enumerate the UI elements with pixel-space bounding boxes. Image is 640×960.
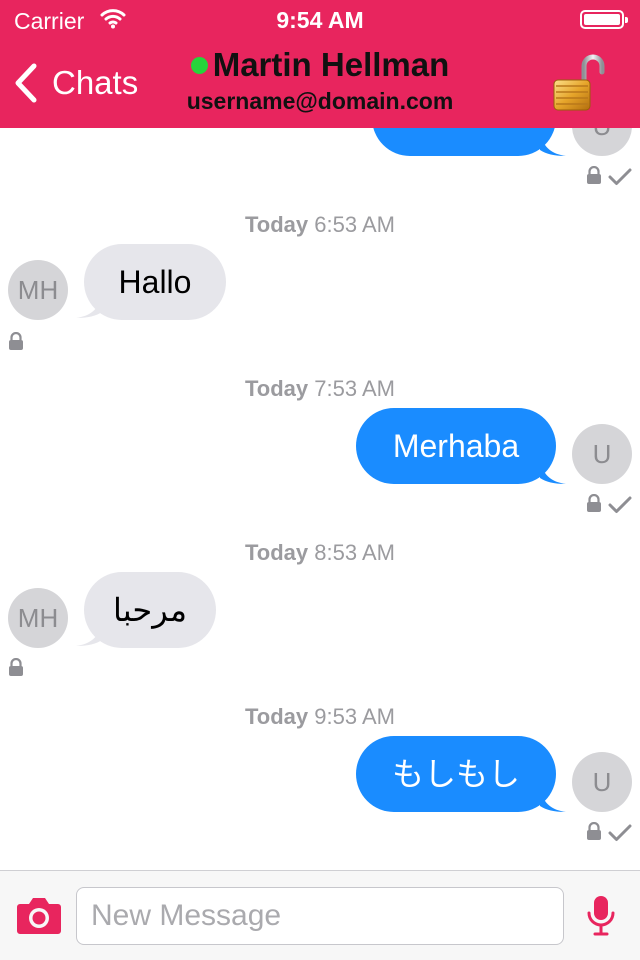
contact-name: Martin Hellman xyxy=(212,46,450,83)
message-list[interactable]: U Today 6:53 AM MH Hallo Today 7:53 AM M… xyxy=(0,128,640,870)
unlocked-padlock-icon[interactable] xyxy=(550,52,606,114)
checkmark-icon xyxy=(608,824,632,841)
navigation-bar: Carrier 9:54 AM Chats Martin Hellman use… xyxy=(0,0,640,128)
checkmark-icon xyxy=(608,496,632,513)
status-bar: Carrier 9:54 AM xyxy=(0,0,640,40)
message-timestamp: Today 9:53 AM xyxy=(245,704,395,729)
bubble-tail xyxy=(540,790,566,812)
camera-icon[interactable] xyxy=(16,895,62,935)
message-timestamp: Today 6:53 AM xyxy=(245,212,395,237)
avatar: U xyxy=(572,424,632,484)
message-bubble-incoming[interactable]: Hallo xyxy=(84,244,226,320)
conversation-title[interactable]: Martin Hellman username@domain.com xyxy=(0,46,640,115)
avatar: MH xyxy=(8,260,68,320)
avatar: U xyxy=(572,128,632,156)
online-status-icon xyxy=(190,56,208,74)
bubble-tail xyxy=(540,462,566,484)
message-bubble-incoming[interactable]: مرحبا xyxy=(84,572,216,648)
message-input[interactable] xyxy=(76,887,564,945)
message-bubble-outgoing[interactable]: Merhaba xyxy=(356,408,556,484)
bubble-tail xyxy=(540,134,566,156)
message-timestamp: Today 8:53 AM xyxy=(245,540,395,565)
message-timestamp: Today 7:53 AM xyxy=(245,376,395,401)
microphone-icon[interactable] xyxy=(586,895,616,937)
lock-icon xyxy=(9,658,23,676)
message-composer xyxy=(0,870,640,960)
message-bubble-outgoing[interactable] xyxy=(372,128,556,156)
message-bubble-outgoing[interactable]: もしもし xyxy=(356,736,556,812)
contact-subtitle: username@domain.com xyxy=(186,88,454,114)
avatar: U xyxy=(572,752,632,812)
status-time: 9:54 AM xyxy=(276,7,364,33)
checkmark-icon xyxy=(608,168,632,185)
lock-icon xyxy=(587,822,601,840)
lock-icon xyxy=(587,494,601,512)
lock-icon xyxy=(9,332,23,350)
battery-icon xyxy=(580,10,628,29)
avatar: MH xyxy=(8,588,68,648)
lock-icon xyxy=(587,166,601,184)
